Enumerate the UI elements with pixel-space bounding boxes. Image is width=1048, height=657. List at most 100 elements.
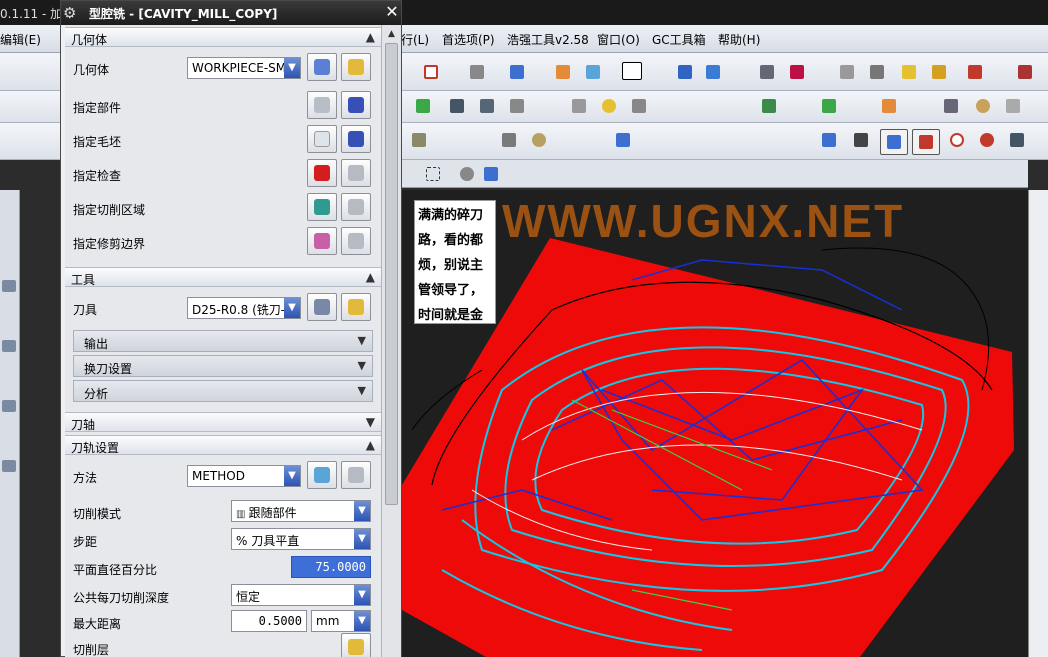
specify-check-button[interactable] (307, 159, 337, 187)
palette-nav-icon[interactable] (2, 460, 16, 472)
section-tool-axis[interactable]: 刀轴 ▼ (65, 412, 381, 432)
edit-geometry-button[interactable] (341, 53, 371, 81)
expand-icon[interactable]: ▼ (358, 384, 366, 397)
transform-icon[interactable] (702, 61, 724, 83)
tool-select[interactable]: D25-R0.8 (铣刀-5 ▼ (187, 297, 301, 319)
stack-icon[interactable] (506, 95, 528, 117)
dropdown-arrow-icon[interactable]: ▼ (354, 585, 370, 605)
wand-icon[interactable] (898, 61, 920, 83)
section-path-settings[interactable]: 刀轨设置 ▲ (65, 435, 381, 455)
select-cube-icon[interactable] (480, 163, 502, 185)
collapse-icon[interactable]: ▲ (366, 438, 375, 452)
toolpath-bound-icon[interactable] (912, 129, 940, 155)
dropdown-arrow-icon[interactable]: ▼ (284, 466, 300, 486)
dialog-title-bar[interactable]: ⚙ 型腔铣 - [CAVITY_MILL_COPY] ✕ (61, 1, 401, 25)
target-icon[interactable] (946, 129, 968, 151)
program-icon[interactable] (446, 95, 468, 117)
play-icon[interactable] (964, 61, 986, 83)
close-icon[interactable]: ✕ (383, 2, 401, 23)
edit-method-button[interactable] (341, 461, 371, 489)
layers-icon[interactable] (756, 61, 778, 83)
plane-icon[interactable] (582, 61, 604, 83)
specify-cut-area-button[interactable] (307, 193, 337, 221)
display-cut-area-button[interactable] (341, 193, 371, 221)
specify-blank-button[interactable] (307, 125, 337, 153)
scroll-thumb[interactable] (385, 43, 398, 505)
expand-icon[interactable]: ▼ (358, 334, 366, 347)
collapse-icon[interactable]: ▲ (366, 270, 375, 284)
bolt-icon[interactable] (412, 95, 434, 117)
graphics-viewport[interactable]: WWW.UGNX.NET 满满的碎刀 路，看的都 烦，别说主 管领导了， 时间就… (402, 190, 1028, 657)
move-icon[interactable] (674, 61, 696, 83)
method-select[interactable]: METHOD ▼ (187, 465, 301, 487)
max-distance-input[interactable]: 0.5000 (231, 610, 307, 632)
menu-window[interactable]: 窗口(O) (597, 31, 640, 48)
menu-edit[interactable]: 编辑(E) (0, 31, 41, 48)
select-icon[interactable] (420, 61, 442, 83)
scroll-up-icon[interactable]: ▲ (382, 25, 401, 43)
geometry-select[interactable]: WORKPIECE-SM ▼ (187, 57, 301, 79)
spring-icon[interactable] (850, 129, 872, 151)
menu-haoqiang-tools[interactable]: 浩强工具v2.58 (507, 31, 589, 48)
gear-icon[interactable]: ⚙ (63, 4, 76, 22)
color-swatch-icon[interactable] (622, 61, 644, 83)
output-subsection[interactable]: 输出 ▼ (73, 330, 373, 352)
grid-icon[interactable] (498, 129, 520, 151)
dropdown-arrow-icon[interactable]: ▼ (354, 529, 370, 549)
report-icon[interactable] (1006, 129, 1028, 151)
cube-icon[interactable] (506, 61, 528, 83)
edit-tool-button[interactable] (341, 293, 371, 321)
toolpath-view-icon[interactable] (880, 129, 908, 155)
pattern-icon[interactable] (568, 95, 590, 117)
spheres-icon[interactable] (598, 95, 620, 117)
gear-tool-icon[interactable] (928, 61, 950, 83)
expand-icon[interactable]: ▼ (366, 415, 375, 429)
display-blank-button[interactable] (341, 125, 371, 153)
dropdown-arrow-icon[interactable]: ▼ (284, 58, 300, 78)
cylinder-icon[interactable] (628, 95, 650, 117)
cut-levels-button[interactable] (341, 633, 371, 657)
folder-icon[interactable] (408, 129, 430, 151)
dropdown-arrow-icon[interactable]: ▼ (284, 298, 300, 318)
stepover-select[interactable]: % 刀具平直 ▼ (231, 528, 371, 550)
palette-icon[interactable] (972, 95, 994, 117)
specify-part-button[interactable] (307, 91, 337, 119)
menu-run[interactable]: 行(L) (401, 31, 429, 48)
section-geometry[interactable]: 几何体 ▲ (65, 27, 381, 47)
paint-icon[interactable] (552, 61, 574, 83)
dialog-scrollbar[interactable]: ▲ (381, 25, 401, 657)
collapse-icon[interactable]: ▲ (366, 30, 375, 44)
menu-preferences[interactable]: 首选项(P) (442, 31, 495, 48)
shell-icon[interactable] (866, 61, 888, 83)
display-trim-button[interactable] (341, 227, 371, 255)
color-cube-icon[interactable] (878, 95, 900, 117)
cut-pattern-select[interactable]: ▥ 跟随部件 ▼ (231, 500, 371, 522)
moon-icon[interactable] (528, 129, 550, 151)
select-sphere-icon[interactable] (456, 163, 478, 185)
roles-icon[interactable] (2, 400, 16, 412)
display-part-button[interactable] (341, 91, 371, 119)
image-icon[interactable] (1002, 95, 1024, 117)
percent-diameter-input[interactable]: 75.0000 (291, 556, 371, 578)
menu-help[interactable]: 帮助(H) (718, 31, 760, 48)
rect-icon[interactable] (758, 95, 780, 117)
new-geometry-button[interactable] (307, 53, 337, 81)
box-icon[interactable] (836, 61, 858, 83)
history-icon[interactable] (2, 340, 16, 352)
specify-trim-button[interactable] (307, 227, 337, 255)
analysis-subsection[interactable]: 分析 ▼ (73, 380, 373, 402)
eraser-icon[interactable] (466, 61, 488, 83)
tool-change-subsection[interactable]: 换刀设置 ▼ (73, 355, 373, 377)
navigator-icon[interactable] (2, 280, 16, 292)
depth-per-cut-select[interactable]: 恒定 ▼ (231, 584, 371, 606)
section-tool[interactable]: 工具 ▲ (65, 267, 381, 287)
tree-icon[interactable] (476, 95, 498, 117)
menu-gc-toolbox[interactable]: GC工具箱 (652, 31, 706, 48)
text-icon[interactable] (940, 95, 962, 117)
tool-list-icon[interactable] (612, 129, 634, 151)
select-box-icon[interactable] (422, 163, 444, 185)
expand-icon[interactable]: ▼ (358, 359, 366, 372)
curve-icon[interactable] (976, 129, 998, 151)
new-tool-button[interactable] (307, 293, 337, 321)
dropdown-arrow-icon[interactable]: ▼ (354, 611, 370, 631)
